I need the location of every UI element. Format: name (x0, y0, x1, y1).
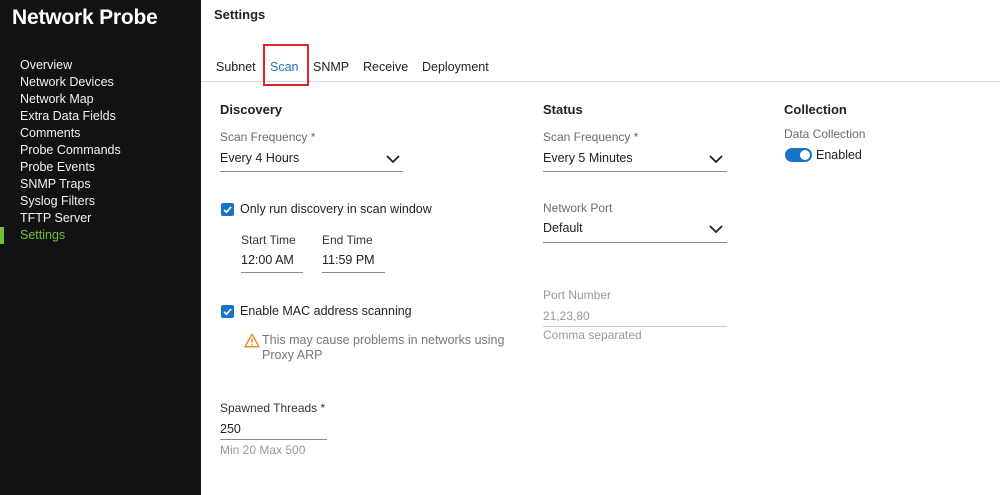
chevron-down-icon[interactable] (708, 153, 724, 165)
port-number-label: Port Number (543, 288, 612, 302)
tab-deployment[interactable]: Deployment (422, 60, 489, 74)
tab-snmp[interactable]: SNMP (313, 60, 349, 74)
mac-scanning-warning: This may cause problems in networks usin… (262, 333, 505, 362)
sidebar-item-settings[interactable]: Settings (0, 227, 201, 244)
data-collection-state-label: Enabled (816, 148, 862, 162)
scan-frequency-underline (220, 171, 403, 172)
sidebar-item-extra-data-fields[interactable]: Extra Data Fields (0, 108, 201, 125)
scan-window-checkbox[interactable] (221, 203, 234, 216)
scan-frequency-label: Scan Frequency * (220, 130, 316, 144)
spawned-threads-input[interactable]: 250 (220, 422, 241, 436)
discovery-title: Discovery (220, 102, 283, 117)
sidebar-item-comments[interactable]: Comments (0, 125, 201, 142)
tab-subnet[interactable]: Subnet (216, 60, 256, 74)
main-panel: Settings Subnet Scan SNMP Receive Deploy… (201, 0, 1000, 495)
spawned-threads-underline (220, 439, 327, 440)
scan-frequency-select[interactable]: Every 4 Hours (220, 151, 299, 165)
chevron-down-icon[interactable] (708, 223, 724, 235)
end-time-label: End Time (322, 233, 373, 247)
sidebar: Network Probe Overview Network Devices N… (0, 0, 201, 495)
network-port-underline (543, 242, 727, 243)
toggle-knob (800, 150, 810, 160)
end-time-underline (322, 272, 385, 273)
status-scan-frequency-underline (543, 171, 727, 172)
sidebar-item-network-devices[interactable]: Network Devices (0, 74, 201, 91)
port-number-input[interactable]: 21,23,80 (543, 309, 590, 323)
start-time-label: Start Time (241, 233, 296, 247)
tab-scan[interactable]: Scan (270, 60, 299, 74)
mac-scanning-checkbox[interactable] (221, 305, 234, 318)
spawned-threads-label: Spawned Threads * (220, 401, 326, 415)
tab-receive[interactable]: Receive (363, 60, 408, 74)
spawned-threads-helper: Min 20 Max 500 (220, 443, 306, 457)
sidebar-item-tftp-server[interactable]: TFTP Server (0, 210, 201, 227)
app-title: Network Probe (12, 6, 158, 29)
end-time-input[interactable]: 11:59 PM (322, 253, 375, 267)
network-port-label: Network Port (543, 201, 613, 215)
mac-scanning-label: Enable MAC address scanning (240, 304, 412, 318)
checkmark-icon (223, 308, 232, 316)
data-collection-label: Data Collection (784, 127, 866, 141)
status-title: Status (543, 102, 583, 117)
status-scan-frequency-select[interactable]: Every 5 Minutes (543, 151, 633, 165)
sidebar-item-syslog-filters[interactable]: Syslog Filters (0, 193, 201, 210)
warning-triangle-icon (244, 333, 260, 348)
sidebar-item-snmp-traps[interactable]: SNMP Traps (0, 176, 201, 193)
sidebar-item-probe-events[interactable]: Probe Events (0, 159, 201, 176)
collection-title: Collection (784, 102, 847, 117)
start-time-input[interactable]: 12:00 AM (241, 253, 294, 267)
scan-window-label: Only run discovery in scan window (240, 202, 432, 216)
page-title: Settings (214, 7, 266, 22)
chevron-down-icon[interactable] (385, 153, 401, 165)
data-collection-toggle[interactable] (785, 148, 812, 162)
network-port-select[interactable]: Default (543, 221, 583, 235)
sidebar-nav: Overview Network Devices Network Map Ext… (0, 57, 201, 244)
port-number-helper: Comma separated (543, 328, 642, 342)
sidebar-item-overview[interactable]: Overview (0, 57, 201, 74)
status-scan-frequency-label: Scan Frequency * (543, 130, 639, 144)
tab-bar: Subnet Scan SNMP Receive Deployment (201, 44, 1000, 86)
port-number-underline (543, 326, 727, 327)
sidebar-item-probe-commands[interactable]: Probe Commands (0, 142, 201, 159)
checkmark-icon (223, 206, 232, 214)
start-time-underline (241, 272, 303, 273)
sidebar-item-network-map[interactable]: Network Map (0, 91, 201, 108)
